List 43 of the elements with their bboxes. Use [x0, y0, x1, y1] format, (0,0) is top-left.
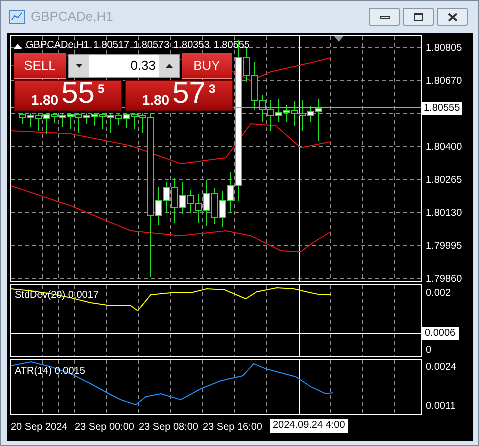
close-button[interactable]	[437, 8, 468, 26]
buy-button[interactable]: BUY	[182, 53, 232, 79]
price-tick: 1.79860	[426, 273, 462, 287]
price-fraction: 3	[208, 83, 216, 95]
price-tick: 1.79995	[426, 240, 462, 254]
level-label: 0.0006	[422, 327, 459, 340]
minimize-button[interactable]	[369, 8, 400, 26]
increase-icon[interactable]	[166, 64, 172, 68]
price-pips: 57	[172, 79, 206, 109]
indicator-label: StdDev(20) 0.0017	[15, 289, 99, 303]
time-tick: 23 Sep 00:00	[75, 421, 134, 435]
price-tick: 1.80670	[426, 75, 462, 89]
cursor-time-label: 2024.09.24 4:00	[270, 419, 348, 433]
price-tick: 1.80265	[426, 174, 462, 188]
price-fraction: 5	[98, 83, 105, 95]
sell-button[interactable]: SELL	[14, 53, 66, 79]
ohlc-value: 1.80573	[134, 39, 170, 53]
chart-window-icon	[9, 10, 25, 24]
shift-marker-icon	[334, 36, 344, 42]
time-tick: 23 Sep 08:00	[139, 421, 198, 435]
indicator-tick: 0	[426, 344, 432, 358]
price-tick: 1.80805	[426, 42, 462, 56]
decrease-icon[interactable]	[76, 64, 82, 68]
price-pips: 55	[62, 79, 95, 109]
volume-field[interactable]: 0.33	[89, 55, 159, 77]
ohlc-value: 1.80353	[174, 39, 210, 53]
price-prefix: 1.80	[142, 93, 170, 107]
window-title: GBPCADe,H1	[31, 8, 114, 26]
indicator-tick: 0.0024	[426, 361, 457, 375]
indicator-tick: 0.002	[426, 287, 452, 301]
price-tick: 1.80130	[426, 207, 462, 221]
restore-button[interactable]	[403, 8, 434, 26]
ohlc-value: 1.80517	[93, 39, 130, 53]
time-tick: 23 Sep 16:00	[203, 421, 262, 435]
chart-symbol: GBPCADe,H1	[26, 39, 90, 53]
indicator-tick: 0.0011	[426, 400, 456, 414]
price-tick: 1.80400	[426, 141, 462, 155]
time-tick: 20 Sep 2024	[11, 421, 68, 435]
collapse-icon[interactable]	[14, 42, 22, 48]
current-price-label: 1.80555	[422, 102, 462, 115]
volume-spinner[interactable]: 0.33	[68, 54, 180, 78]
close-icon	[448, 12, 458, 22]
price-prefix: 1.80	[31, 93, 59, 107]
